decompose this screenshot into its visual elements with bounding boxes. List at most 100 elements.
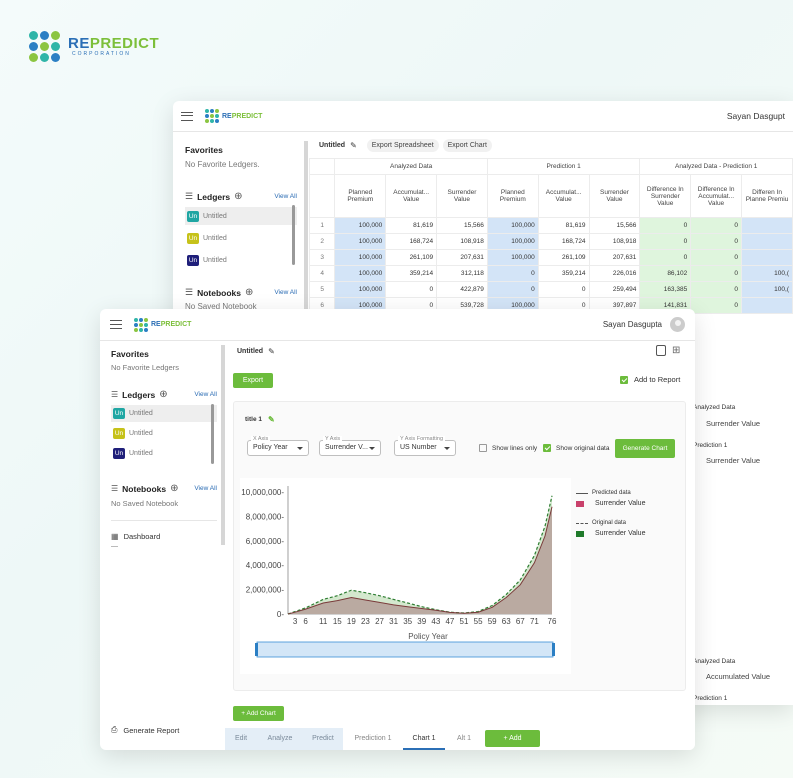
- show-lines-checkbox[interactable]: [479, 444, 487, 452]
- edit-pencil-icon[interactable]: ✎: [268, 347, 275, 356]
- table-cell[interactable]: 100,000: [334, 265, 387, 282]
- row-number[interactable]: 4: [308, 265, 336, 282]
- table-cell[interactable]: 0: [486, 281, 539, 298]
- export-button[interactable]: Export: [233, 373, 273, 388]
- column-header[interactable]: Planned Premium: [486, 174, 539, 218]
- avatar[interactable]: [670, 317, 685, 332]
- column-header[interactable]: Surrender Value: [436, 174, 488, 218]
- range-slider[interactable]: [256, 641, 554, 658]
- add-notebook-icon[interactable]: ⊕: [245, 287, 253, 298]
- table-cell[interactable]: [741, 233, 793, 250]
- table-cell[interactable]: 261,109: [385, 249, 438, 266]
- table-cell[interactable]: 359,214: [537, 265, 590, 282]
- table-cell[interactable]: 261,109: [537, 249, 590, 266]
- tab-edit[interactable]: Edit: [225, 728, 257, 750]
- generate-chart-button[interactable]: Generate Chart: [615, 439, 675, 458]
- table-cell[interactable]: 0: [639, 217, 692, 234]
- add-ledger-icon[interactable]: ⊕: [159, 389, 167, 400]
- show-lines-toggle[interactable]: Show lines only: [479, 444, 537, 452]
- ledgers-view-all[interactable]: View All: [274, 193, 297, 200]
- ledger-item[interactable]: Un Untitled: [111, 405, 217, 422]
- save-icon[interactable]: [656, 345, 666, 356]
- dashboard-item[interactable]: ▦ Dashboard: [111, 532, 217, 541]
- menu-icon[interactable]: [110, 320, 122, 329]
- add-to-report[interactable]: Add to Report: [620, 375, 680, 384]
- sidebar-scrollbar[interactable]: [292, 205, 295, 265]
- table-cell[interactable]: 168,724: [537, 233, 590, 250]
- column-header[interactable]: Difference In Surrender Value: [639, 174, 692, 218]
- table-cell[interactable]: 81,619: [385, 217, 438, 234]
- export-chart-button[interactable]: Export Chart: [442, 139, 492, 152]
- x-axis-select[interactable]: Policy Year: [247, 440, 309, 456]
- layout-icon[interactable]: ⊞: [672, 345, 683, 356]
- legend-original-item[interactable]: Surrender Value: [576, 530, 676, 537]
- table-cell[interactable]: 168,724: [385, 233, 438, 250]
- ledger-item[interactable]: Un Untitled: [111, 445, 217, 462]
- tab-chart-1[interactable]: Chart 1: [403, 728, 445, 750]
- ledgers-view-all[interactable]: View All: [194, 391, 217, 398]
- table-cell[interactable]: 207,631: [436, 249, 488, 266]
- table-cell[interactable]: 81,619: [537, 217, 590, 234]
- generate-report-button[interactable]: ⎙ Generate Report: [111, 725, 179, 735]
- ledger-item[interactable]: Un Untitled: [185, 229, 297, 247]
- table-cell[interactable]: 108,918: [436, 233, 488, 250]
- row-number[interactable]: 5: [308, 281, 336, 298]
- show-original-checkbox[interactable]: [543, 444, 551, 452]
- table-cell[interactable]: 207,631: [588, 249, 641, 266]
- row-number[interactable]: 1: [308, 217, 336, 234]
- ledger-item[interactable]: Un Untitled: [111, 425, 217, 442]
- column-header[interactable]: Planned Premium: [334, 174, 387, 218]
- table-cell[interactable]: 163,385: [639, 281, 692, 298]
- table-cell[interactable]: 0: [486, 265, 539, 282]
- table-cell[interactable]: 0: [690, 249, 743, 266]
- y-format-select[interactable]: US Number: [394, 440, 456, 456]
- table-cell[interactable]: 312,118: [436, 265, 488, 282]
- table-cell[interactable]: 108,918: [588, 233, 641, 250]
- tab-predict[interactable]: Predict: [303, 728, 343, 750]
- table-cell[interactable]: 100,000: [334, 233, 387, 250]
- table-cell[interactable]: 0: [690, 233, 743, 250]
- table-cell[interactable]: 259,494: [588, 281, 641, 298]
- tab-alt-1[interactable]: Alt 1: [445, 728, 483, 750]
- table-cell[interactable]: 15,566: [588, 217, 641, 234]
- ledger-item[interactable]: Un Untitled: [185, 251, 297, 269]
- table-cell[interactable]: 0: [385, 281, 438, 298]
- column-header[interactable]: Surrender Value: [588, 174, 641, 218]
- sidebar-scrollbar[interactable]: [211, 404, 214, 464]
- tab-analyze[interactable]: Analyze: [257, 728, 303, 750]
- table-cell[interactable]: 0: [690, 217, 743, 234]
- table-cell[interactable]: 0: [690, 281, 743, 298]
- add-ledger-icon[interactable]: ⊕: [234, 191, 242, 202]
- table-cell[interactable]: 100,(: [741, 265, 793, 282]
- table-cell[interactable]: 100,(: [741, 281, 793, 298]
- table-cell[interactable]: 100,000: [334, 249, 387, 266]
- table-cell[interactable]: 100,000: [486, 249, 539, 266]
- table-cell[interactable]: 0: [639, 249, 692, 266]
- table-cell[interactable]: 100,000: [334, 217, 387, 234]
- row-number[interactable]: 3: [308, 249, 336, 266]
- table-cell[interactable]: [741, 249, 793, 266]
- table-cell[interactable]: [741, 217, 793, 234]
- notebooks-view-all[interactable]: View All: [274, 289, 297, 296]
- tab-prediction-1[interactable]: Prediction 1: [343, 728, 403, 750]
- add-chart-button[interactable]: + Add Chart: [233, 706, 284, 721]
- table-cell[interactable]: 0: [537, 281, 590, 298]
- add-to-report-checkbox[interactable]: [620, 375, 628, 384]
- table-cell[interactable]: 0: [690, 297, 743, 314]
- row-number[interactable]: 2: [308, 233, 336, 250]
- column-header[interactable]: Difference In Accumulat... Value: [690, 174, 743, 218]
- menu-icon[interactable]: [181, 111, 193, 121]
- table-cell[interactable]: 15,566: [436, 217, 488, 234]
- table-cell[interactable]: 0: [690, 265, 743, 282]
- add-tab-button[interactable]: + Add: [485, 730, 540, 747]
- edit-pencil-icon[interactable]: ✎: [350, 141, 357, 150]
- ledger-item[interactable]: Un Untitled: [185, 207, 297, 225]
- table-cell[interactable]: 100,000: [334, 281, 387, 298]
- column-header[interactable]: Accumulat... Value: [537, 174, 590, 218]
- column-header[interactable]: Differen In Planne Premiu: [741, 174, 793, 218]
- table-cell[interactable]: 100,000: [486, 233, 539, 250]
- table-cell[interactable]: 0: [639, 233, 692, 250]
- edit-pencil-icon[interactable]: ✎: [268, 415, 275, 424]
- y-axis-select[interactable]: Surrender V...: [319, 440, 381, 456]
- notebooks-view-all[interactable]: View All: [194, 485, 217, 492]
